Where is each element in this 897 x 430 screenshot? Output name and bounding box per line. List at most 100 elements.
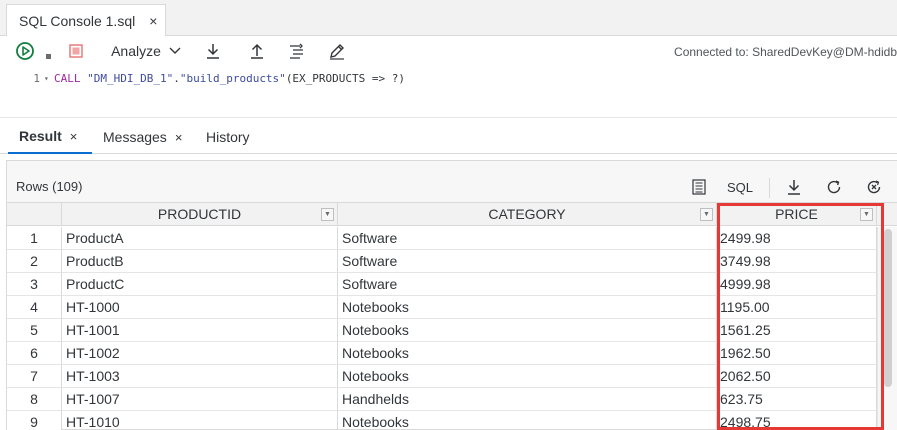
code-line[interactable]: 1 ▾ CALL "DM_HDI_DB_1" . "build_products… <box>0 69 897 87</box>
cell-category[interactable]: Software <box>338 227 717 250</box>
filter-icon[interactable]: ▼ <box>860 208 873 221</box>
download-results-button[interactable] <box>783 176 805 198</box>
close-icon[interactable]: × <box>175 130 183 145</box>
row-number: 6 <box>7 342 62 365</box>
table-row[interactable]: 8 HT-1007 Handhelds 623.75 <box>7 388 897 411</box>
cell-productid[interactable]: HT-1003 <box>62 365 338 388</box>
cell-price[interactable]: 623.75 <box>717 388 877 411</box>
vertical-scrollbar[interactable] <box>877 227 897 430</box>
row-number: 8 <box>7 388 62 411</box>
connection-status: Connected to: SharedDevKey@DM-hdidb <box>674 45 897 59</box>
upload-button[interactable] <box>246 40 268 62</box>
row-number: 7 <box>7 365 62 388</box>
cell-productid[interactable]: ProductC <box>62 273 338 296</box>
cell-category[interactable]: Notebooks <box>338 319 717 342</box>
run-button[interactable] <box>14 40 36 62</box>
download-icon <box>788 180 800 195</box>
cell-category[interactable]: Handhelds <box>338 388 717 411</box>
run-options-marker[interactable] <box>46 54 51 59</box>
sql-toolbar: Analyze Connected to: SharedDevKey@DM-hd… <box>0 36 897 66</box>
table-row[interactable]: 9 HT-1010 Notebooks 2498.75 <box>7 411 897 430</box>
cell-productid[interactable]: HT-1010 <box>62 411 338 430</box>
dot: . <box>173 71 180 85</box>
cell-category[interactable]: Notebooks <box>338 365 717 388</box>
clear-icon <box>867 180 881 194</box>
procedure-name: "build_products" <box>179 71 286 85</box>
cell-price[interactable]: 2499.98 <box>717 227 877 250</box>
clear-results-button[interactable] <box>863 176 885 198</box>
analyze-label: Analyze <box>111 43 161 59</box>
column-header-label: PRICE <box>775 206 818 222</box>
column-header-price[interactable]: PRICE ▼ <box>717 203 877 226</box>
row-number-header <box>7 203 62 226</box>
cell-productid[interactable]: ProductB <box>62 250 338 273</box>
close-icon[interactable]: × <box>70 129 78 144</box>
row-number: 2 <box>7 250 62 273</box>
row-number: 1 <box>7 227 62 250</box>
tab-messages[interactable]: Messages × <box>103 120 182 154</box>
cell-category[interactable]: Notebooks <box>338 342 717 365</box>
cell-price[interactable]: 3749.98 <box>717 250 877 273</box>
row-number: 5 <box>7 319 62 342</box>
format-button[interactable] <box>286 40 308 62</box>
chevron-down-icon <box>169 47 181 54</box>
editor-tab-bar: SQL Console 1.sql × <box>0 0 897 37</box>
line-number: 1 <box>33 71 40 85</box>
table-row[interactable]: 3 ProductC Software 4999.98 <box>7 273 897 296</box>
table-row[interactable]: 4 HT-1000 Notebooks 1195.00 <box>7 296 897 319</box>
tab-history[interactable]: History <box>206 120 250 154</box>
refresh-icon <box>827 180 841 194</box>
cell-price[interactable]: 2062.50 <box>717 365 877 388</box>
columns-button[interactable] <box>688 176 710 198</box>
cell-productid[interactable]: HT-1002 <box>62 342 338 365</box>
analyze-dropdown[interactable]: Analyze <box>108 40 184 62</box>
schema-name: "DM_HDI_DB_1" <box>87 71 174 85</box>
cell-category[interactable]: Software <box>338 273 717 296</box>
column-header-productid[interactable]: PRODUCTID ▼ <box>62 203 338 226</box>
cell-price[interactable]: 1195.00 <box>717 296 877 319</box>
cell-price[interactable]: 4999.98 <box>717 273 877 296</box>
edit-button[interactable] <box>326 40 348 62</box>
cell-category[interactable]: Software <box>338 250 717 273</box>
column-header-category[interactable]: CATEGORY ▼ <box>338 203 717 226</box>
stop-icon <box>69 44 83 58</box>
show-sql-button[interactable]: SQL <box>722 176 758 198</box>
play-circle-icon <box>16 42 34 60</box>
close-icon[interactable]: × <box>149 13 157 29</box>
cell-price[interactable]: 1962.50 <box>717 342 877 365</box>
table-row[interactable]: 7 HT-1003 Notebooks 2062.50 <box>7 365 897 388</box>
filter-icon[interactable]: ▼ <box>321 208 334 221</box>
table-row[interactable]: 1 ProductA Software 2499.98 <box>7 227 897 250</box>
editor-tab-sql-console[interactable]: SQL Console 1.sql × <box>6 4 166 37</box>
table-row[interactable]: 5 HT-1001 Notebooks 1561.25 <box>7 319 897 342</box>
cell-productid[interactable]: HT-1000 <box>62 296 338 319</box>
tab-result-label: Result <box>19 128 62 144</box>
fold-arrow-icon[interactable]: ▾ <box>44 74 54 83</box>
result-panel: Rows (109) SQL PRODUCTID ▼ CATEGORY ▼ PR… <box>6 160 897 430</box>
row-number: 9 <box>7 411 62 430</box>
column-header-label: CATEGORY <box>488 206 566 222</box>
cell-productid[interactable]: ProductA <box>62 227 338 250</box>
filter-icon[interactable]: ▼ <box>700 208 713 221</box>
stop-button[interactable] <box>66 40 86 62</box>
cell-category[interactable]: Notebooks <box>338 411 717 430</box>
table-row[interactable]: 2 ProductB Software 3749.98 <box>7 250 897 273</box>
cell-productid[interactable]: HT-1001 <box>62 319 338 342</box>
cell-price[interactable]: 2498.75 <box>717 411 877 430</box>
sql-editor[interactable]: 1 ▾ CALL "DM_HDI_DB_1" . "build_products… <box>0 66 897 118</box>
row-number: 4 <box>7 296 62 319</box>
cell-price[interactable]: 1561.25 <box>717 319 877 342</box>
tab-messages-label: Messages <box>103 129 167 145</box>
column-header-label: PRODUCTID <box>157 206 242 222</box>
table-header-row: PRODUCTID ▼ CATEGORY ▼ PRICE ▼ <box>7 203 897 226</box>
cell-productid[interactable]: HT-1007 <box>62 388 338 411</box>
tab-result[interactable]: Result × <box>8 120 92 154</box>
refresh-button[interactable] <box>823 176 845 198</box>
scrollbar-thumb[interactable] <box>884 229 892 387</box>
tab-history-label: History <box>206 129 250 145</box>
cell-category[interactable]: Notebooks <box>338 296 717 319</box>
table-row[interactable]: 6 HT-1002 Notebooks 1962.50 <box>7 342 897 365</box>
row-count: Rows (109) <box>16 179 83 194</box>
download-button[interactable] <box>202 40 224 62</box>
columns-icon <box>692 179 706 195</box>
